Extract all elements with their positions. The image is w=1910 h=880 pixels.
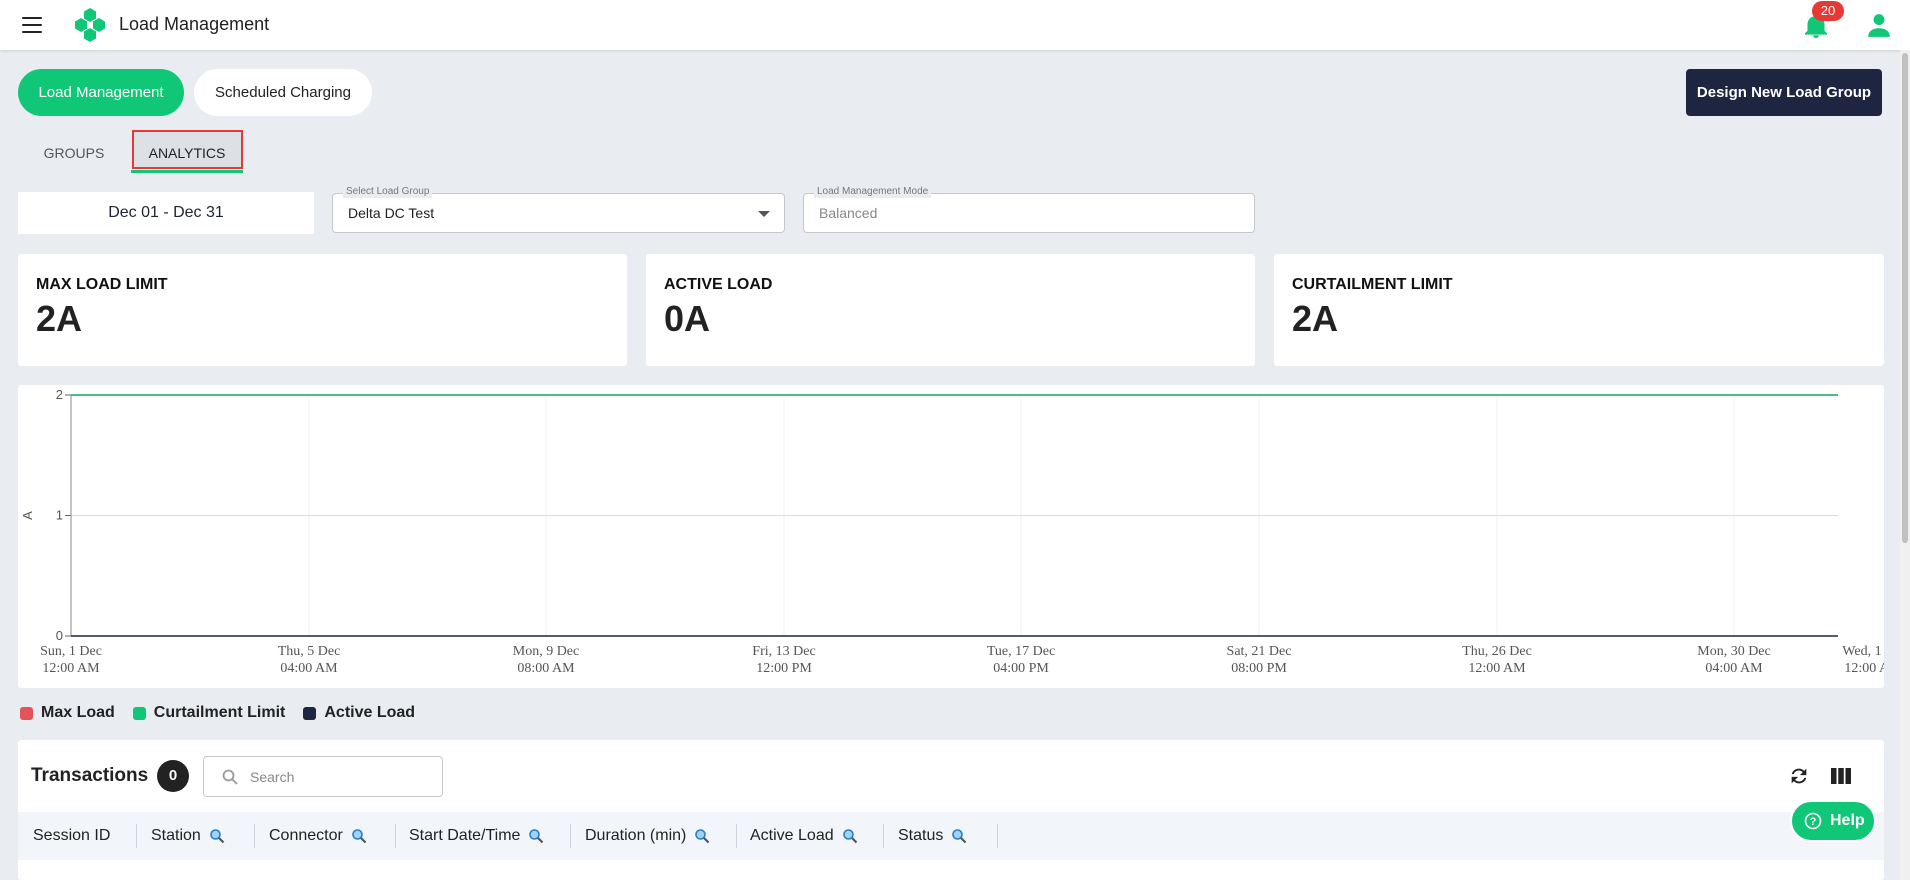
help-label: Help xyxy=(1830,812,1865,829)
x-tick-label: 04:00 PM xyxy=(993,661,1049,676)
help-button[interactable]: ? Help xyxy=(1790,800,1876,842)
column-header-session-id[interactable]: Session ID xyxy=(33,812,110,860)
y-axis-label: A xyxy=(20,511,35,520)
x-tick-label: 04:00 AM xyxy=(1705,661,1763,676)
active-load-card: ACTIVE LOAD 0A xyxy=(646,254,1255,366)
legend-swatch xyxy=(132,706,146,720)
load-group-value: Delta DC Test xyxy=(348,205,435,221)
y-tick-label: 1 xyxy=(56,508,63,523)
x-tick-label: Sun, 1 Dec xyxy=(40,644,102,659)
legend-item-curtailment-limit[interactable]: Curtailment Limit xyxy=(132,704,286,722)
load-chart-svg: 0 1 2 A Sun, 1 Dec 12:00 AM Thu, 5 Dec 04:00 AM… xyxy=(20,387,1884,676)
card-title: MAX LOAD LIMIT xyxy=(36,276,168,293)
transactions-title: Transactions xyxy=(31,765,149,786)
x-tick-label: 04:00 AM xyxy=(280,661,338,676)
column-search-icon[interactable] xyxy=(951,828,967,844)
column-header-duration[interactable]: Duration (min) xyxy=(585,812,710,860)
legend-label: Active Load xyxy=(324,704,416,721)
card-title: CURTAILMENT LIMIT xyxy=(1292,276,1453,293)
transactions-count-badge: 0 xyxy=(157,760,189,792)
app-title: Load Management xyxy=(119,14,270,34)
search-icon xyxy=(222,769,238,785)
chart-legend: Max Load Curtailment Limit Active Load xyxy=(20,704,415,722)
tab-groups[interactable]: GROUPS xyxy=(30,138,118,174)
x-tick-label: 12:00 PM xyxy=(756,661,812,676)
refresh-icon[interactable] xyxy=(1788,765,1810,787)
question-circle-icon: ? xyxy=(1804,812,1822,830)
x-tick-label: Wed, 1 Jan xyxy=(1842,644,1884,659)
scrollbar-thumb[interactable] xyxy=(1902,53,1908,543)
svg-text:?: ? xyxy=(1810,816,1817,828)
x-tick-label: 12:00 AM xyxy=(1844,661,1884,676)
active-tab-indicator xyxy=(131,170,243,173)
column-header-connector[interactable]: Connector xyxy=(269,812,367,860)
column-search-icon[interactable] xyxy=(842,828,858,844)
y-tick-label: 2 xyxy=(56,387,63,402)
x-tick-label: Thu, 26 Dec xyxy=(1462,644,1532,659)
transactions-table-header: Session ID Station Connector Start Date/… xyxy=(18,812,1884,860)
column-search-icon[interactable] xyxy=(694,828,710,844)
load-management-mode-field: Load Management Mode Balanced xyxy=(803,186,1255,233)
column-header-active-load[interactable]: Active Load xyxy=(750,812,858,860)
x-tick-label: 08:00 AM xyxy=(517,661,575,676)
card-title: ACTIVE LOAD xyxy=(664,276,773,293)
hamburger-menu-icon[interactable] xyxy=(22,17,42,33)
x-tick-label: Mon, 30 Dec xyxy=(1697,644,1771,659)
transactions-search[interactable] xyxy=(203,756,443,797)
load-chart: 0 1 2 A Sun, 1 Dec 12:00 AM Thu, 5 Dec 04:00 AM… xyxy=(18,385,1884,688)
load-management-pill[interactable]: Load Management xyxy=(18,69,184,116)
user-account-icon[interactable] xyxy=(1866,12,1892,38)
legend-swatch xyxy=(303,706,317,720)
legend-item-active-load[interactable]: Active Load xyxy=(303,704,415,722)
column-header-status[interactable]: Status xyxy=(898,812,967,860)
x-tick-label: Fri, 13 Dec xyxy=(752,644,815,659)
scheduled-charging-pill[interactable]: Scheduled Charging xyxy=(194,69,372,116)
legend-item-max-load[interactable]: Max Load xyxy=(20,704,115,722)
max-load-limit-card: MAX LOAD LIMIT 2A xyxy=(18,254,627,366)
page-scrollbar[interactable] xyxy=(1900,50,1910,880)
x-tick-label: 08:00 PM xyxy=(1231,661,1287,676)
x-tick-label: Thu, 5 Dec xyxy=(278,644,341,659)
transactions-panel: Transactions 0 Session ID Station Connec… xyxy=(18,740,1884,880)
x-tick-label: Mon, 9 Dec xyxy=(513,644,580,659)
column-search-icon[interactable] xyxy=(209,828,225,844)
date-range-picker[interactable]: Dec 01 - Dec 31 xyxy=(18,192,314,234)
card-value: 2A xyxy=(1292,298,1339,339)
x-tick-label: Sat, 21 Dec xyxy=(1227,644,1292,659)
design-new-load-group-button[interactable]: Design New Load Group xyxy=(1686,69,1882,116)
column-search-icon[interactable] xyxy=(351,828,367,844)
curtailment-limit-card: CURTAILMENT LIMIT 2A xyxy=(1274,254,1884,366)
card-value: 2A xyxy=(36,298,83,339)
load-group-label: Select Load Group xyxy=(343,186,433,198)
load-group-select[interactable]: Select Load Group Delta DC Test xyxy=(332,186,785,233)
column-search-icon[interactable] xyxy=(528,828,544,844)
legend-label: Max Load xyxy=(41,704,115,721)
tab-analytics[interactable]: ANALYTICS xyxy=(131,138,243,174)
x-tick-label: 12:00 AM xyxy=(1468,661,1526,676)
legend-label: Curtailment Limit xyxy=(153,704,286,721)
x-tick-label: Tue, 17 Dec xyxy=(987,644,1055,659)
x-tick-label: 12:00 AM xyxy=(42,661,100,676)
notification-badge: 20 xyxy=(1812,1,1844,21)
mode-value: Balanced xyxy=(819,205,878,221)
chevron-down-icon xyxy=(758,211,770,217)
app-logo xyxy=(75,8,105,42)
top-bar: Load Management 20 xyxy=(0,0,1910,50)
search-input[interactable] xyxy=(250,767,430,787)
column-header-start-date-time[interactable]: Start Date/Time xyxy=(409,812,544,860)
y-tick-label: 0 xyxy=(56,628,63,643)
legend-swatch xyxy=(20,706,33,720)
column-header-station[interactable]: Station xyxy=(151,812,225,860)
mode-label: Load Management Mode xyxy=(814,186,932,198)
card-value: 0A xyxy=(664,298,711,339)
columns-icon[interactable] xyxy=(1830,766,1852,786)
